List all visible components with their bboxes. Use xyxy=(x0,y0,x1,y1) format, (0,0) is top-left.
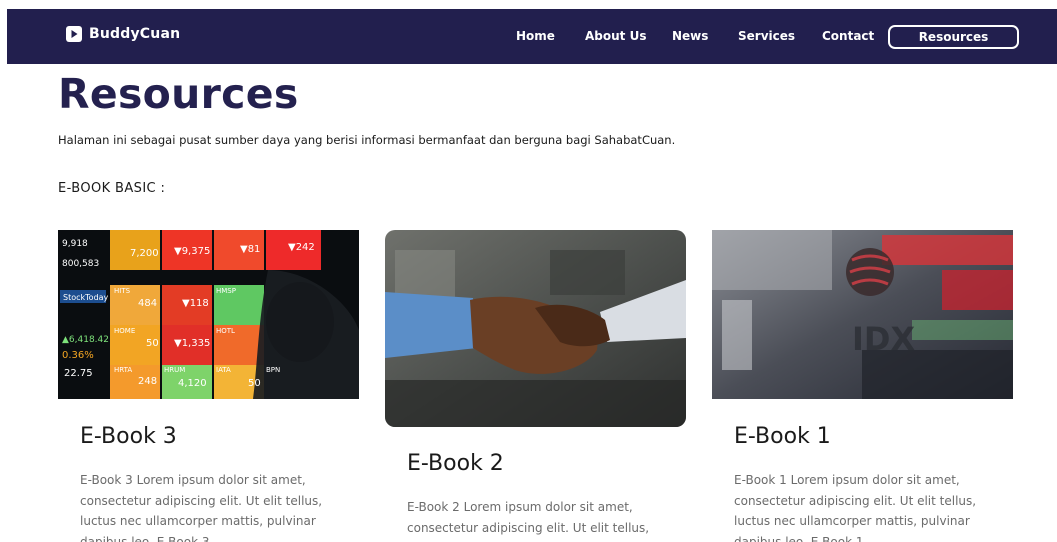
svg-text:HOME: HOME xyxy=(114,327,135,335)
svg-text:7,200: 7,200 xyxy=(130,248,159,259)
card-title-ebook-2[interactable]: E-Book 2 xyxy=(407,451,504,476)
svg-text:800,583: 800,583 xyxy=(62,259,99,269)
svg-text:HMSP: HMSP xyxy=(216,287,236,295)
svg-text:0.36%: 0.36% xyxy=(62,350,94,361)
nav-about-us[interactable]: About Us xyxy=(585,29,646,43)
nav-home[interactable]: Home xyxy=(516,29,555,43)
page-description: Halaman ini sebagai pusat sumber daya ya… xyxy=(58,133,676,147)
card-image-ebook-2[interactable] xyxy=(385,230,686,427)
card-title-ebook-1[interactable]: E-Book 1 xyxy=(734,424,831,449)
svg-text:IATA: IATA xyxy=(216,366,231,374)
svg-text:▼1,335: ▼1,335 xyxy=(174,338,210,349)
card-image-ebook-3[interactable]: StockToday 9,918 800,583 ▲6,418.42 0.36%… xyxy=(58,230,359,399)
svg-text:50: 50 xyxy=(248,378,261,389)
svg-text:248: 248 xyxy=(138,376,157,387)
svg-text:4,120: 4,120 xyxy=(178,378,207,389)
svg-text:50: 50 xyxy=(146,338,159,349)
svg-text:HITS: HITS xyxy=(114,287,131,295)
svg-text:▲6,418.42: ▲6,418.42 xyxy=(62,335,109,345)
idx-logo-text: IDX xyxy=(852,320,915,358)
card-text-ebook-2: E-Book 2 Lorem ipsum dolor sit amet, con… xyxy=(407,500,650,542)
nav-resources-button[interactable]: Resources xyxy=(888,25,1019,49)
brand-name: BuddyCuan xyxy=(89,26,181,42)
svg-text:HOTL: HOTL xyxy=(216,327,235,335)
svg-text:22.75: 22.75 xyxy=(64,368,93,379)
svg-text:484: 484 xyxy=(138,298,157,309)
top-strip xyxy=(0,0,1057,9)
svg-text:9,918: 9,918 xyxy=(62,239,88,249)
card-image-ebook-1[interactable]: IDX xyxy=(712,230,1013,399)
svg-text:▼9,375: ▼9,375 xyxy=(174,246,210,257)
svg-text:▼242: ▼242 xyxy=(288,242,315,253)
navbar: BuddyCuan Home About Us News Services Co… xyxy=(7,9,1057,64)
svg-text:HRUM: HRUM xyxy=(164,366,185,374)
svg-text:StockToday: StockToday xyxy=(63,293,109,302)
card-text-ebook-3: E-Book 3 Lorem ipsum dolor sit amet, con… xyxy=(80,473,323,542)
card-text-ebook-1: E-Book 1 Lorem ipsum dolor sit amet, con… xyxy=(734,473,977,542)
brand-logo[interactable]: BuddyCuan xyxy=(66,26,180,42)
card-title-ebook-3[interactable]: E-Book 3 xyxy=(80,424,177,449)
section-label: E-BOOK BASIC : xyxy=(58,181,166,196)
svg-text:▼118: ▼118 xyxy=(182,298,209,309)
nav-contact[interactable]: Contact xyxy=(822,29,874,43)
svg-text:HRTA: HRTA xyxy=(114,366,132,374)
svg-text:▼81: ▼81 xyxy=(240,244,260,255)
nav-services[interactable]: Services xyxy=(738,29,795,43)
svg-text:BPN: BPN xyxy=(266,366,280,374)
play-logo-icon xyxy=(66,26,82,42)
nav-news[interactable]: News xyxy=(672,29,708,43)
page-title: Resources xyxy=(58,70,299,118)
